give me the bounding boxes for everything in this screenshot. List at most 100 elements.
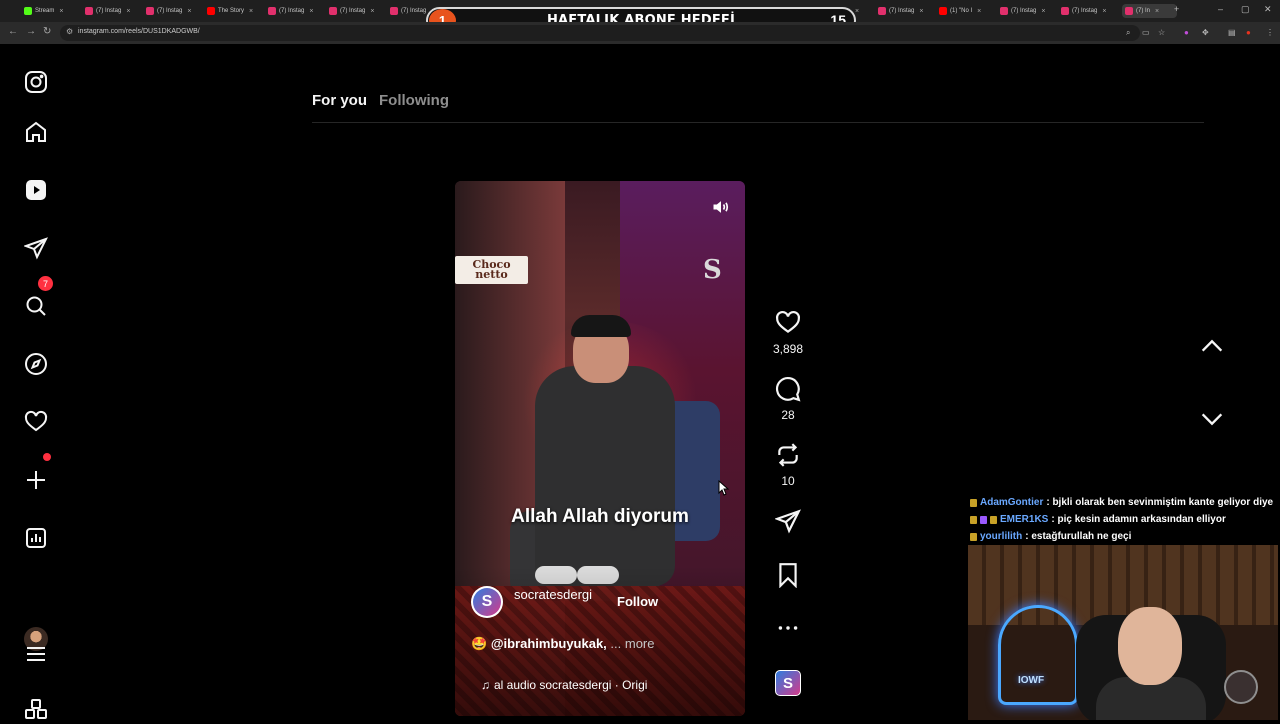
forward-icon[interactable]: →: [26, 26, 36, 37]
back-icon[interactable]: ←: [8, 26, 18, 37]
browser-tab[interactable]: Stream ×: [24, 4, 79, 18]
tab-favicon-icon: [390, 7, 398, 15]
music-note-icon: ♫: [481, 678, 490, 692]
more-options-action[interactable]: [768, 615, 808, 641]
zoom-icon[interactable]: ⌕: [1126, 28, 1130, 38]
audio-avatar[interactable]: S: [775, 670, 801, 696]
tab-following[interactable]: Following: [379, 92, 449, 109]
menu-icon[interactable]: [22, 640, 50, 668]
browser-menu-icon[interactable]: ⋮: [1266, 28, 1274, 37]
cast-icon[interactable]: ▭: [1142, 28, 1150, 37]
explore-icon[interactable]: [22, 350, 50, 378]
browser-tab[interactable]: (7) Instag ×: [1000, 4, 1055, 18]
chevron-down-icon[interactable]: [1198, 405, 1226, 433]
chat-message: AdamGontier : bjkli olarak ben sevinmişt…: [970, 494, 1275, 511]
tab-close-icon[interactable]: ×: [1155, 8, 1159, 15]
chat-text: : bjkli olarak ben sevinmiştim kante gel…: [1046, 497, 1274, 508]
dashboard-icon[interactable]: [22, 524, 50, 552]
like-action[interactable]: 3,898: [768, 310, 808, 356]
heart-icon: [776, 310, 800, 333]
more-link[interactable]: ... more: [610, 636, 654, 651]
tab-close-icon[interactable]: ×: [919, 8, 923, 15]
tab-for-you[interactable]: For you: [312, 92, 367, 109]
tab-label: Stream: [35, 8, 55, 14]
create-icon[interactable]: [22, 466, 50, 494]
tab-label: (7) Instag: [279, 8, 305, 14]
extensions-icon[interactable]: ✥: [1202, 28, 1209, 37]
volume-icon[interactable]: [711, 197, 731, 217]
notifications-dot: [43, 453, 51, 461]
notifications-icon[interactable]: [22, 408, 50, 436]
comment-count: 28: [781, 408, 795, 422]
tab-favicon-icon: [878, 7, 886, 15]
bookmark-star-icon[interactable]: ☆: [1158, 28, 1165, 37]
tab-favicon-icon: [207, 7, 215, 15]
tab-close-icon[interactable]: ×: [1102, 8, 1106, 15]
browser-tab[interactable]: The Story ×: [207, 4, 262, 18]
tab-favicon-icon: [85, 7, 93, 15]
tab-close-icon[interactable]: ×: [126, 8, 130, 15]
browser-tab[interactable]: (7) In ×: [1122, 4, 1177, 18]
tab-close-icon[interactable]: ×: [977, 8, 981, 15]
streamer-webcam: IOWF: [968, 545, 1278, 720]
home-icon[interactable]: [22, 118, 50, 146]
extension-icon[interactable]: ●: [1184, 28, 1189, 37]
comment-action[interactable]: 28: [768, 376, 808, 422]
browser-tab[interactable]: (7) Instag ×: [329, 4, 384, 18]
audio-info[interactable]: ♫ al audio socratesdergi · Origi: [481, 678, 647, 692]
tabs-divider: [312, 122, 1204, 123]
bookmark-icon: [779, 563, 797, 588]
tab-close-icon[interactable]: ×: [855, 8, 859, 15]
tab-close-icon[interactable]: ×: [370, 8, 374, 15]
browser-tab[interactable]: (7) Instag ×: [85, 4, 140, 18]
sponsor-logo: Choco netto: [455, 256, 528, 284]
channel-watermark: S: [703, 255, 722, 285]
chat-text: : estağfurullah ne geçi: [1025, 531, 1132, 542]
emoji-icon: 🤩: [471, 636, 488, 651]
tab-favicon-icon: [1061, 7, 1069, 15]
new-tab-icon[interactable]: +: [1174, 4, 1179, 14]
browser-tab[interactable]: (7) Instag ×: [1061, 4, 1116, 18]
close-window-icon[interactable]: ✕: [1264, 4, 1272, 15]
minimize-icon[interactable]: –: [1218, 4, 1223, 14]
url-text: instagram.com/reels/DUS1DKADGWB/: [78, 28, 200, 35]
tab-close-icon[interactable]: ×: [249, 8, 253, 15]
follow-button[interactable]: Follow: [617, 594, 658, 609]
browser-tab[interactable]: (7) Instag ×: [146, 4, 201, 18]
profile-dot-icon[interactable]: ●: [1246, 28, 1251, 37]
share-icon: [775, 509, 801, 534]
sidebar-icon[interactable]: ▤: [1228, 28, 1236, 37]
reel-description: 🤩 @ibrahimbuyukak, ... more: [471, 636, 655, 652]
repost-action[interactable]: 10: [768, 442, 808, 488]
site-info-icon[interactable]: ⚙: [66, 27, 73, 36]
share-action[interactable]: [768, 508, 808, 534]
tab-close-icon[interactable]: ×: [309, 8, 313, 15]
chat-user: EMER1KS: [1000, 514, 1049, 525]
reload-icon[interactable]: ↻: [43, 26, 51, 37]
tab-close-icon[interactable]: ×: [187, 8, 191, 15]
maximize-icon[interactable]: ▢: [1241, 4, 1250, 15]
tab-favicon-icon: [146, 7, 154, 15]
account-avatar[interactable]: S: [471, 586, 503, 618]
instagram-logo-icon[interactable]: [22, 68, 50, 96]
messages-icon[interactable]: [22, 234, 50, 262]
browser-tab[interactable]: (1) "No I ×: [939, 4, 994, 18]
mention-link[interactable]: @ibrahimbuyukak,: [491, 636, 607, 651]
url-field[interactable]: [60, 25, 1140, 41]
tab-close-icon[interactable]: ×: [1041, 8, 1045, 15]
webcam-neon-sign: [998, 605, 1078, 705]
save-action[interactable]: [768, 562, 808, 588]
webcam-face: [1118, 607, 1182, 685]
account-name[interactable]: socratesdergi: [514, 586, 594, 603]
reels-icon[interactable]: [22, 176, 50, 204]
tab-favicon-icon: [24, 7, 32, 15]
comment-icon: [776, 377, 801, 402]
reel-video[interactable]: Choco netto S Allah Allah diyorum S socra…: [455, 181, 745, 716]
browser-tab[interactable]: (7) Instag ×: [268, 4, 323, 18]
browser-tab[interactable]: (7) Instag ×: [878, 4, 933, 18]
tab-close-icon[interactable]: ×: [59, 8, 63, 15]
search-icon[interactable]: [22, 292, 50, 320]
address-bar: ← → ↻ ⚙ instagram.com/reels/DUS1DKADGWB/…: [0, 22, 1280, 44]
chevron-up-icon[interactable]: [1198, 332, 1226, 360]
webcam-neon-text: IOWF: [1018, 675, 1045, 686]
